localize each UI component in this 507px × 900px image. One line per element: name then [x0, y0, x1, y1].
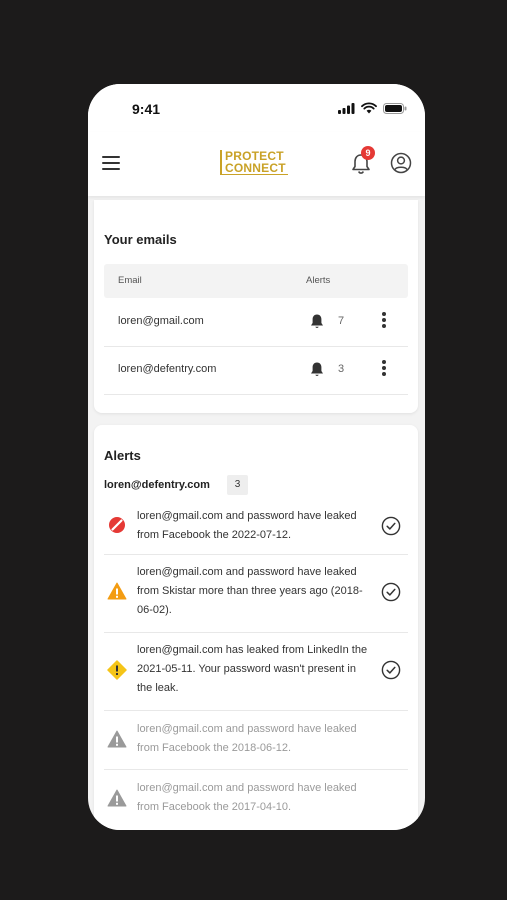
alert-item[interactable]: loren@gmail.com and password have leaked…: [104, 769, 408, 829]
alert-count: 7: [338, 315, 345, 327]
alerts-section-title: Alerts: [104, 448, 141, 463]
wifi-icon: [361, 102, 377, 114]
system-icons: [338, 102, 407, 114]
emails-section-title: Your emails: [104, 232, 177, 247]
status-bar: 9:41: [88, 84, 425, 132]
email-row[interactable]: loren@defentry.com 3: [104, 346, 408, 395]
alert-item[interactable]: loren@gmail.com and password have leaked…: [104, 710, 408, 770]
check-circle-icon[interactable]: [381, 582, 401, 602]
email-column-header: Email: [118, 275, 142, 286]
alert-text: loren@gmail.com and password have leaked…: [137, 782, 357, 813]
phone-screen: 9:41 PROTECT CONNECT 9 Your emails Email…: [88, 84, 425, 830]
alerts-column-header: Alerts: [306, 275, 331, 286]
blocked-icon: [109, 517, 125, 533]
alert-text: loren@gmail.com and password have leaked…: [137, 723, 357, 754]
email-row[interactable]: loren@gmail.com 7: [104, 298, 408, 347]
alert-bell-icon: [311, 362, 323, 377]
emails-card: Your emails Email Alerts loren@gmail.com…: [94, 200, 418, 413]
notification-badge: 9: [361, 146, 375, 160]
alert-item[interactable]: loren@gmail.com has leaked from LinkedIn…: [104, 632, 408, 711]
alert-bell-icon: [311, 314, 323, 329]
email-address: loren@defentry.com: [118, 363, 217, 375]
profile-icon[interactable]: [390, 152, 412, 174]
more-options-icon[interactable]: [381, 360, 387, 378]
battery-icon: [383, 102, 407, 114]
alert-item[interactable]: loren@gmail.com and password have leaked…: [104, 503, 408, 555]
alerts-filter-email: loren@defentry.com: [104, 479, 210, 491]
emails-table-header: Email Alerts: [104, 264, 408, 298]
alert-count: 3: [338, 363, 345, 375]
alert-text: loren@gmail.com has leaked from LinkedIn…: [137, 644, 368, 694]
warning-triangle-gray-icon: [107, 789, 127, 807]
app-bar: PROTECT CONNECT 9: [88, 132, 425, 196]
warning-diamond-icon: [107, 660, 127, 680]
warning-triangle-gray-icon: [107, 730, 127, 748]
status-time: 9:41: [132, 101, 161, 117]
check-circle-icon[interactable]: [381, 516, 401, 536]
alerts-filter-count: 3: [227, 475, 248, 495]
protect-connect-logo: PROTECT CONNECT: [220, 150, 288, 175]
logo-line-2: CONNECT: [225, 161, 286, 175]
menu-icon[interactable]: [102, 156, 120, 170]
alert-text: loren@gmail.com and password have leaked…: [137, 510, 357, 541]
alert-text: loren@gmail.com and password have leaked…: [137, 566, 363, 616]
signal-icon: [338, 102, 355, 114]
alert-item[interactable]: loren@gmail.com and password have leaked…: [104, 554, 408, 633]
check-circle-icon[interactable]: [381, 660, 401, 680]
alerts-card: Alerts loren@defentry.com 3 loren@gmail.…: [94, 425, 418, 830]
more-options-icon[interactable]: [381, 312, 387, 330]
warning-triangle-icon: [107, 582, 127, 600]
email-address: loren@gmail.com: [118, 315, 204, 327]
